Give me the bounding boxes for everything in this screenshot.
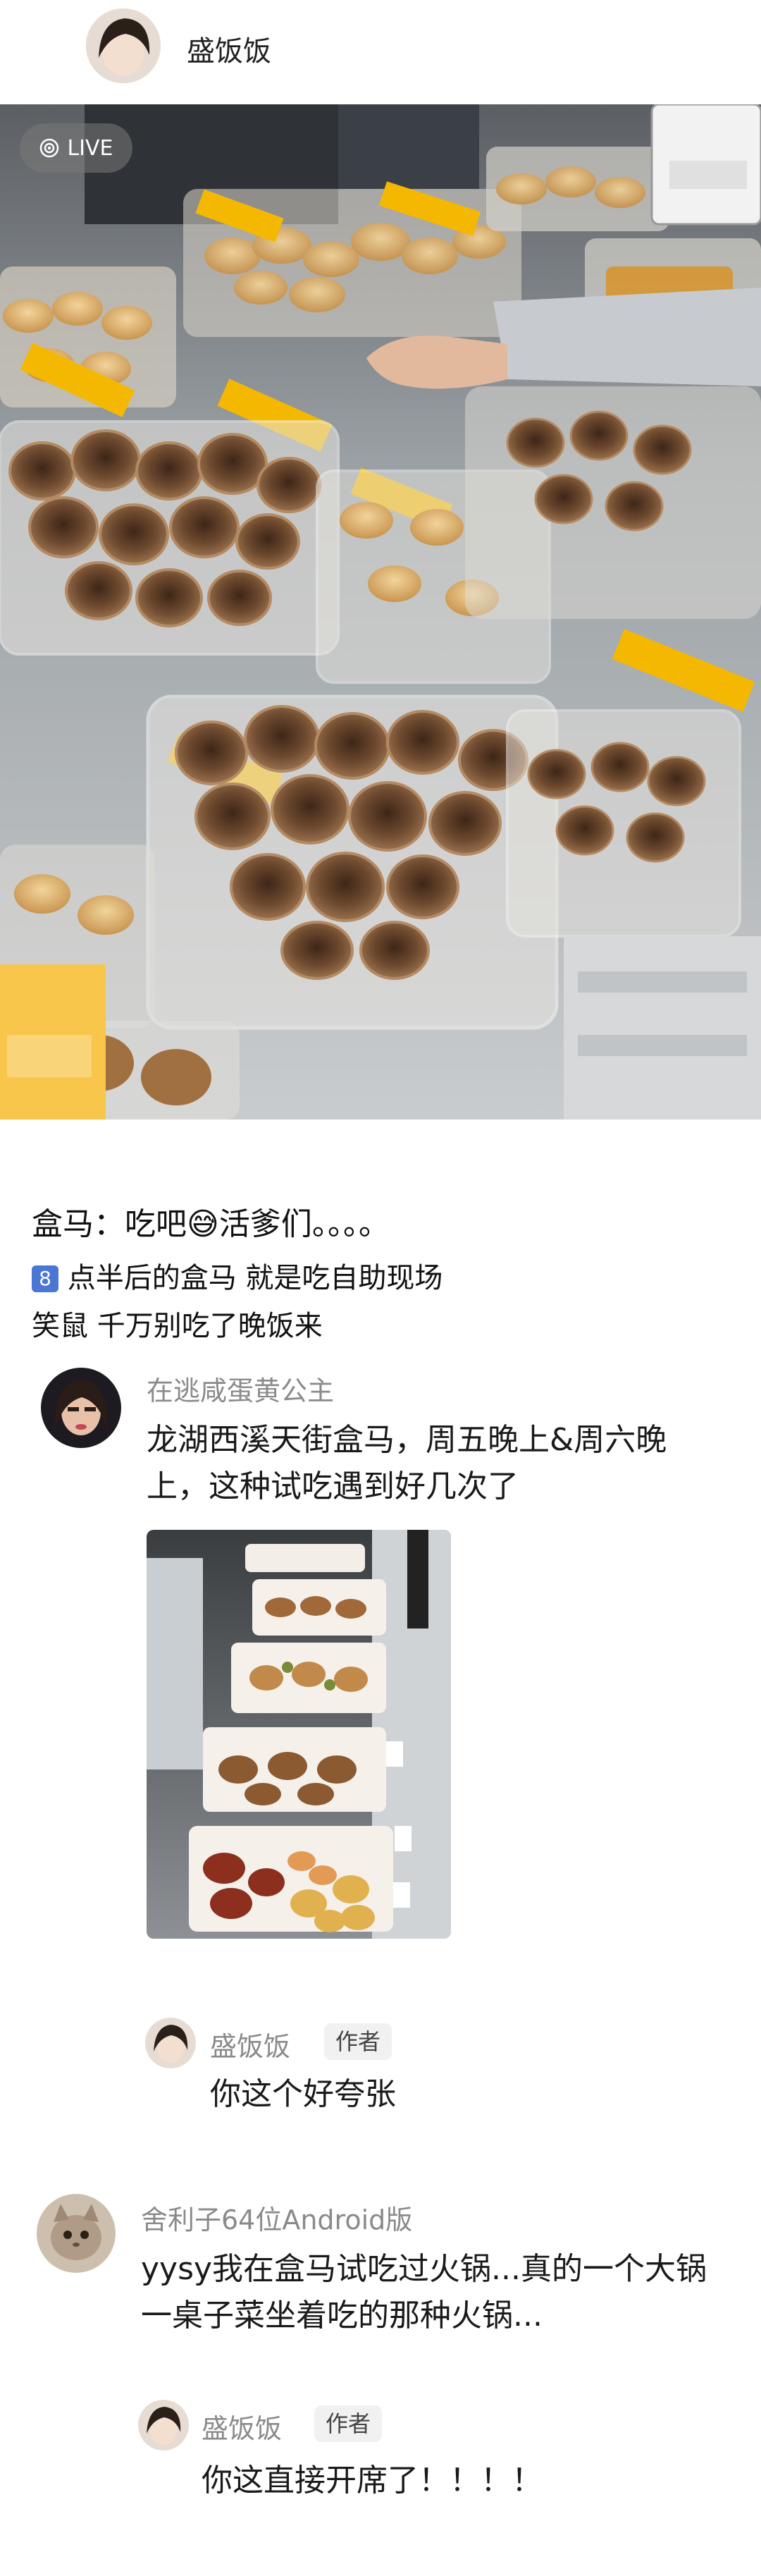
comment-text-line-1: yysy我在盒马试吃过火锅...真的一个大锅 [141,2251,707,2287]
live-badge[interactable]: LIVE [20,123,132,173]
comment-text-line-2: 上，这种试吃遇到好几次了 [147,1468,519,1504]
reply-avatar[interactable] [145,2018,196,2068]
live-icon [39,137,60,159]
reply-text: 你这直接开席了！！！！ [202,2462,543,2498]
comment-avatar[interactable] [41,1368,121,1448]
post-author-avatar[interactable] [86,8,161,83]
comment-text: 龙湖西溪天街盒马，周五晚上&周六晚 上，这种试吃遇到好几次了 [147,1417,667,1510]
author-tag: 作者 [324,2023,392,2060]
comment-text: yysy我在盒马试吃过火锅...真的一个大锅 一桌子菜坐着吃的那种火锅... [141,2246,707,2339]
reply-username[interactable]: 盛饭饭 [210,2025,290,2063]
tasting-trays-photo [147,1530,451,1939]
comment-text-line-2: 一桌子菜坐着吃的那种火锅... [141,2298,543,2333]
reply-avatar[interactable] [138,2400,189,2451]
post-caption-line-1: 盒马：吃吧😅活爹们。。。。 [32,1206,390,1242]
bakery-display-photo [0,104,761,1120]
comment-photo[interactable] [147,1530,451,1939]
reply-text: 你这个好夸张 [210,2076,396,2112]
live-label: LIVE [67,135,113,161]
comment-text-line-1: 龙湖西溪天街盒马，周五晚上&周六晚 [147,1422,667,1458]
post-caption-line-2-text: 点半后的盒马 就是吃自助现场 [67,1262,443,1294]
post-author-name[interactable]: 盛饭饭 [187,28,271,69]
post-live-photo[interactable] [0,104,761,1120]
keycap-8-emoji: 8 [32,1265,58,1292]
post-caption-line-3: 笑鼠 千万别吃了晚饭来 [32,1310,323,1342]
comment-username[interactable]: 在逃咸蛋黄公主 [147,1369,334,1408]
post-caption-line-2: 8 点半后的盒马 就是吃自助现场 [32,1255,443,1296]
author-tag: 作者 [314,2405,383,2442]
reply-username[interactable]: 盛饭饭 [202,2407,282,2446]
comment-username[interactable]: 舍利子64位Android版 [141,2198,412,2237]
comment-avatar[interactable] [37,2194,116,2273]
